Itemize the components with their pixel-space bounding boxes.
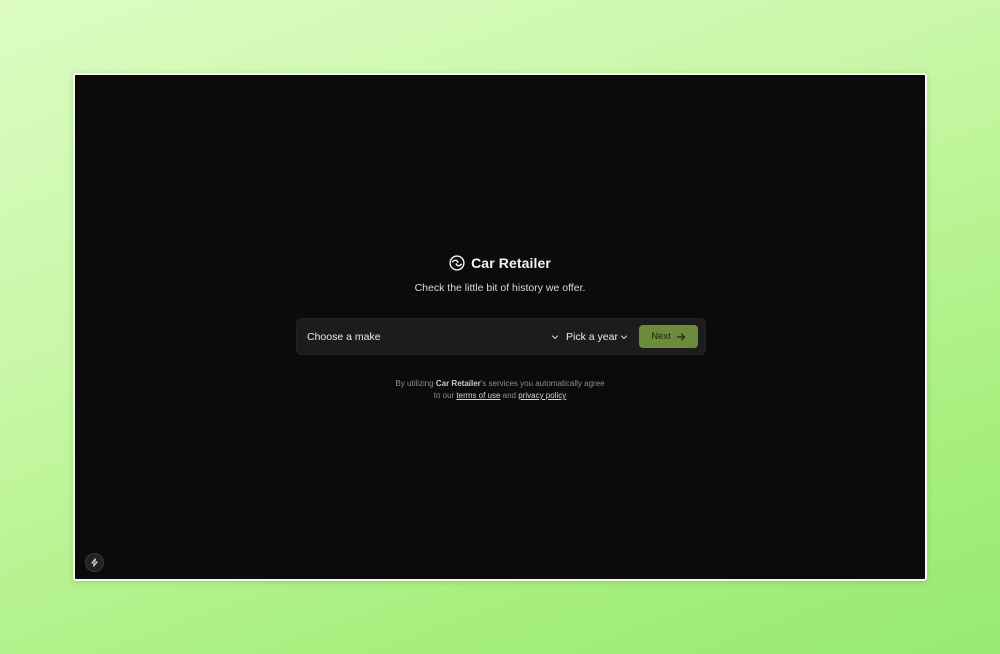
tagline: Check the little bit of history we offer… — [414, 282, 586, 294]
brand-title: Car Retailer — [471, 255, 551, 271]
bolt-icon — [90, 558, 99, 567]
brand-header: Car Retailer — [75, 255, 925, 271]
chevron-down-icon — [551, 333, 559, 341]
next-button[interactable]: Next — [639, 325, 698, 348]
year-select-label: Pick a year — [566, 330, 618, 343]
legal-and: and — [500, 391, 519, 400]
legal-notice: By utilizing Car Retailer's services you… — [75, 378, 925, 402]
legal-middle: 's services you automatically agree — [480, 379, 605, 388]
year-select[interactable]: Pick a year — [566, 319, 628, 354]
legal-brand: Car Retailer — [435, 379, 481, 388]
legal-prefix: By utilizing — [395, 379, 436, 388]
arrow-right-icon — [676, 332, 686, 342]
legal-line2-prefix: to our — [433, 391, 457, 400]
terms-of-use-link[interactable]: terms of use — [456, 391, 500, 400]
swirl-logo-icon — [449, 255, 465, 271]
make-select-label: Choose a make — [307, 330, 381, 343]
next-button-label: Next — [651, 331, 671, 342]
app-window: Car Retailer Check the little bit of his… — [73, 73, 927, 581]
privacy-policy-link[interactable]: privacy policy — [518, 391, 566, 400]
chevron-down-icon — [620, 333, 628, 341]
search-form: Choose a make Pick a year Next — [296, 318, 706, 355]
bolt-badge[interactable] — [85, 553, 104, 572]
make-select[interactable]: Choose a make — [307, 319, 559, 354]
